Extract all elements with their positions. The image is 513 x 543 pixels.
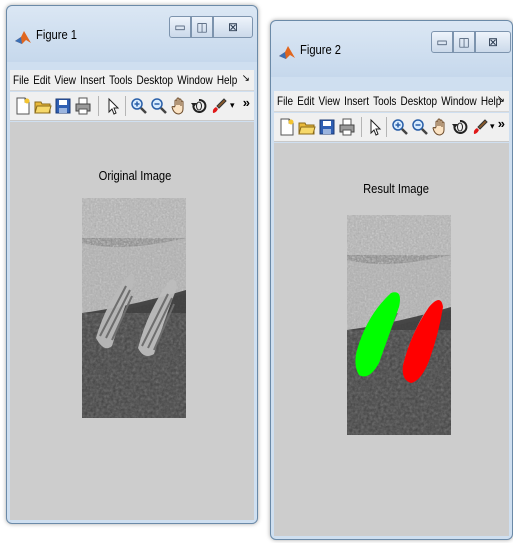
title-bar[interactable]: Figure 2 ▭ ◫ ⊠: [271, 21, 512, 77]
menu-window[interactable]: Window: [177, 73, 212, 87]
menu-file[interactable]: File: [277, 94, 293, 108]
axes-title: Original Image: [98, 168, 172, 183]
rotate-3d-button[interactable]: [451, 118, 469, 136]
brush-dropdown-icon[interactable]: ▾: [230, 100, 235, 111]
new-figure-button[interactable]: [14, 97, 32, 115]
menu-insert[interactable]: Insert: [344, 94, 369, 108]
save-button[interactable]: [318, 118, 336, 136]
print-icon: [339, 118, 355, 136]
toolbar-separator: [98, 96, 99, 116]
menu-view[interactable]: View: [319, 94, 340, 108]
open-file-icon: [298, 122, 316, 135]
zoom-out-button[interactable]: [411, 118, 429, 136]
maximize-icon: ◫: [458, 35, 470, 49]
pan-button[interactable]: [431, 118, 449, 136]
close-button[interactable]: ⊠: [475, 31, 511, 53]
toolbar-separator: [386, 117, 387, 137]
rotate-3d-icon: [452, 120, 468, 134]
window-title: Figure 1: [36, 27, 78, 42]
matlab-logo-icon: [15, 31, 31, 44]
toolbar-overflow-icon[interactable]: »: [498, 116, 505, 131]
pan-hand-icon: [171, 97, 184, 115]
close-icon: ⊠: [227, 20, 239, 34]
print-button[interactable]: [74, 97, 92, 115]
toolbar-separator: [125, 96, 126, 116]
menu-bar: File Edit View Insert Tools Desktop Wind…: [10, 70, 254, 91]
close-icon: ⊠: [487, 35, 499, 49]
open-file-icon: [34, 101, 52, 114]
zoom-in-button[interactable]: [130, 97, 148, 115]
minimize-button[interactable]: ▭: [431, 31, 453, 53]
print-button[interactable]: [338, 118, 356, 136]
menu-overflow-icon[interactable]: ↘: [242, 73, 250, 84]
brush-dropdown-icon[interactable]: ▾: [490, 121, 495, 132]
axes-title: Result Image: [363, 181, 429, 196]
menu-edit[interactable]: Edit: [297, 94, 314, 108]
brush-button[interactable]: [471, 118, 489, 136]
rotate-3d-icon: [191, 99, 207, 113]
menu-help[interactable]: Help: [217, 73, 237, 87]
pointer-button[interactable]: [104, 97, 122, 115]
zoom-in-button[interactable]: [391, 118, 409, 136]
new-figure-icon: [16, 97, 30, 115]
menu-tools[interactable]: Tools: [373, 94, 396, 108]
zoom-out-icon: [412, 119, 428, 135]
figure-2-window: Figure 2 ▭ ◫ ⊠ File Edit View Insert Too…: [270, 20, 513, 540]
menu-window[interactable]: Window: [441, 94, 476, 108]
pointer-button[interactable]: [366, 118, 384, 136]
figure-canvas: Result Image: [274, 143, 509, 536]
zoom-out-icon: [151, 98, 167, 114]
print-icon: [75, 97, 91, 115]
toolbar-separator: [361, 117, 362, 137]
menu-file[interactable]: File: [13, 73, 29, 87]
pan-button[interactable]: [170, 97, 188, 115]
original-image: [82, 198, 186, 418]
maximize-button[interactable]: ◫: [453, 31, 475, 53]
maximize-button[interactable]: ◫: [191, 16, 213, 38]
menu-edit[interactable]: Edit: [33, 73, 50, 87]
brush-button[interactable]: [210, 97, 228, 115]
menu-view[interactable]: View: [55, 73, 76, 87]
toolbar: ▾ »: [274, 113, 509, 142]
menu-overflow-icon[interactable]: ↘: [497, 94, 505, 105]
menu-desktop[interactable]: Desktop: [401, 94, 438, 108]
pointer-icon: [370, 118, 382, 136]
figure-canvas: Original Image: [10, 122, 254, 520]
minimize-icon: ▭: [436, 35, 448, 49]
save-icon: [55, 98, 71, 114]
new-figure-icon: [280, 118, 294, 136]
window-title: Figure 2: [300, 42, 342, 57]
figure-1-window: Figure 1 ▭ ◫ ⊠ File Edit View Insert Too…: [6, 5, 258, 524]
close-button[interactable]: ⊠: [213, 16, 253, 38]
title-bar[interactable]: Figure 1 ▭ ◫ ⊠: [7, 6, 257, 62]
minimize-button[interactable]: ▭: [169, 16, 191, 38]
toolbar-overflow-icon[interactable]: »: [243, 95, 250, 110]
maximize-icon: ◫: [196, 20, 208, 34]
menu-desktop[interactable]: Desktop: [137, 73, 174, 87]
zoom-in-icon: [131, 98, 147, 114]
save-icon: [319, 119, 335, 135]
data-cursor-brush-icon: [212, 98, 227, 113]
data-cursor-brush-icon: [473, 119, 488, 134]
minimize-icon: ▭: [174, 20, 186, 34]
new-figure-button[interactable]: [278, 118, 296, 136]
toolbar: ▾ »: [10, 92, 254, 121]
matlab-logo-icon: [279, 46, 295, 59]
result-image: [347, 215, 451, 435]
zoom-out-button[interactable]: [150, 97, 168, 115]
rotate-3d-button[interactable]: [190, 97, 208, 115]
menu-bar: File Edit View Insert Tools Desktop Wind…: [274, 91, 509, 112]
pointer-icon: [108, 97, 120, 115]
open-file-button[interactable]: [34, 97, 52, 115]
menu-tools[interactable]: Tools: [109, 73, 132, 87]
zoom-in-icon: [392, 119, 408, 135]
menu-insert[interactable]: Insert: [80, 73, 105, 87]
save-button[interactable]: [54, 97, 72, 115]
pan-hand-icon: [432, 118, 445, 136]
open-file-button[interactable]: [298, 118, 316, 136]
